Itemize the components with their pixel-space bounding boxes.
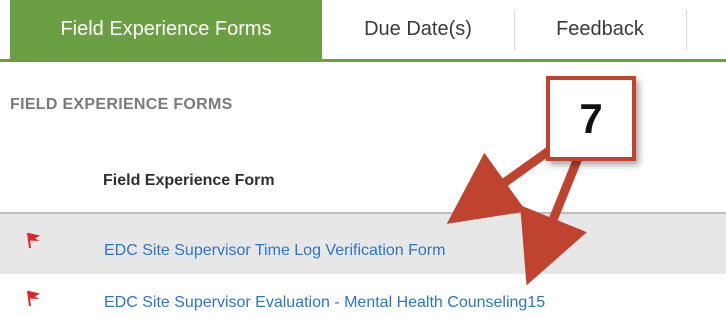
callout-box: 7 [546,76,636,161]
column-header-field-experience-form: Field Experience Form [103,172,275,189]
flag-icon [27,290,40,307]
form-link-time-log-verification[interactable]: EDC Site Supervisor Time Log Verificatio… [104,242,445,260]
tab-bar: Field Experience Forms Due Date(s) Feedb… [0,0,726,62]
flag-icon [27,232,40,249]
tab-divider [686,10,687,50]
section-heading: FIELD EXPERIENCE FORMS [10,96,233,113]
callout-arrow-1 [446,143,558,224]
table-row: EDC Site Supervisor Evaluation - Mental … [0,274,726,318]
form-link-supervisor-evaluation[interactable]: EDC Site Supervisor Evaluation - Mental … [104,294,545,312]
tab-bar-underline [0,59,726,62]
table-row: EDC Site Supervisor Time Log Verificatio… [0,214,726,274]
tab-due-dates[interactable]: Due Date(s) [322,0,514,59]
tab-feedback[interactable]: Feedback [515,0,685,59]
callout-number: 7 [579,94,603,142]
tab-field-experience-forms[interactable]: Field Experience Forms [10,0,322,59]
